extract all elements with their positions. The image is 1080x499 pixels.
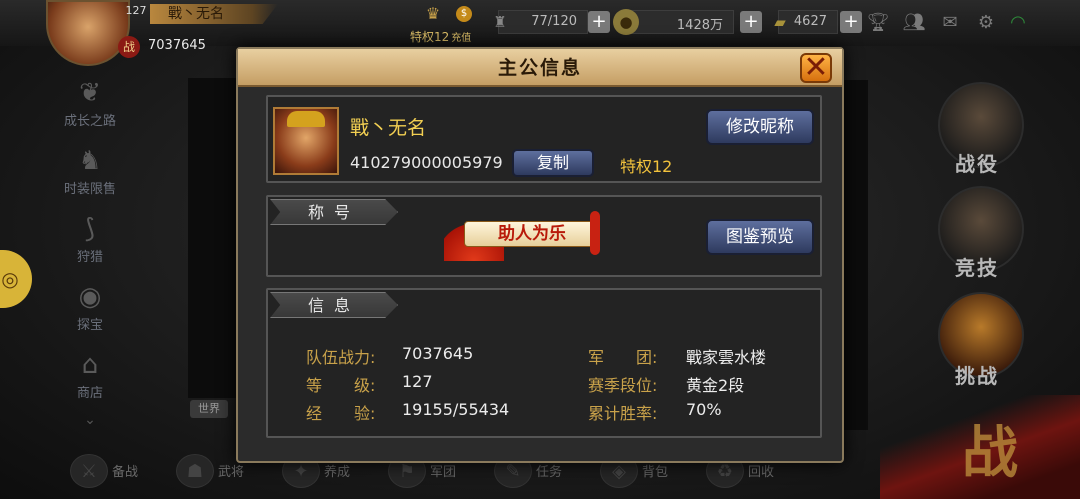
legion-value: 戰家雲水楼: [686, 348, 767, 367]
side-item-label: 狩猎: [76, 250, 103, 265]
side-item-label: 时装限售: [63, 182, 116, 197]
add-stamina-button[interactable]: +: [588, 11, 610, 33]
lord-info-dialog: 主公信息 ✕ 戰丶无名 410279000005979 复制 特权12 修改昵称…: [236, 47, 844, 463]
bottom-item-label: 武将: [218, 465, 245, 480]
avatar[interactable]: [273, 107, 339, 175]
world-chat-tag[interactable]: 世界: [190, 400, 228, 418]
win-rate-value: 70%: [686, 400, 722, 419]
dialog-header: 主公信息 ✕: [238, 49, 842, 87]
vip-label: 特权12 充值: [410, 28, 471, 45]
helmet-icon: [287, 111, 325, 127]
legion-label: 军 团:: [588, 348, 658, 367]
bottom-item-label: 备战: [112, 465, 139, 480]
side-item-growth[interactable]: ❦ 成长之路: [54, 76, 126, 136]
close-button[interactable]: ✕: [800, 53, 832, 83]
side-item-treasure[interactable]: ◉ 探宝: [54, 280, 126, 340]
bow-icon: ⟆: [84, 214, 96, 244]
add-gold-button[interactable]: +: [740, 11, 762, 33]
fashion-icon: ♞: [78, 146, 102, 176]
player-level: 127: [125, 4, 147, 17]
crossed-swords-icon: ⚔: [70, 454, 108, 488]
gold-coin-icon: ●: [613, 9, 639, 35]
shop-icon: ⌂: [81, 350, 99, 380]
stamina-slot: ♜ 77/120: [493, 10, 588, 34]
gold-value: 1428万: [676, 18, 723, 33]
rename-button[interactable]: 修改昵称: [706, 109, 814, 145]
stamina-icon: ♜: [493, 13, 507, 31]
trophy-icon[interactable]: 🏆︎: [866, 12, 890, 34]
bottom-item-label: 任务: [536, 465, 563, 480]
copy-id-button[interactable]: 复制: [512, 149, 594, 177]
money-bag-icon: $: [456, 6, 472, 22]
vip-suffix: 充值: [451, 33, 472, 44]
mascot-icon: ◎: [1, 267, 19, 291]
profile-name: 戰丶无名: [350, 117, 427, 139]
mail-icon[interactable]: ✉: [938, 12, 962, 34]
crown-icon: ♛: [425, 4, 441, 23]
gold-slot: ● 1428万: [613, 9, 734, 35]
side-item-label: 商店: [76, 386, 103, 401]
stamina-value: 77/120: [531, 14, 577, 29]
battle-banner-char: 战: [962, 421, 1018, 486]
player-name-bar: 戰丶无名: [150, 4, 278, 24]
growth-icon: ❦: [79, 78, 101, 108]
chat-panel-edge: [842, 80, 868, 430]
season-rank-value: 黄金2段: [686, 376, 745, 395]
title-section-tab: 称号: [270, 199, 398, 225]
team-power-label: 队伍战力:: [306, 348, 376, 367]
ingot-value: 4627: [793, 14, 827, 29]
chevron-down-icon[interactable]: ⌄: [80, 412, 100, 428]
player-power: 7037645: [148, 38, 206, 53]
level-value: 127: [402, 372, 433, 391]
exp-label: 经 验:: [306, 404, 376, 423]
left-drawer-handle[interactable]: ◎: [0, 250, 32, 308]
settings-icon[interactable]: ⚙: [974, 12, 998, 34]
bottom-item-label: 背包: [642, 465, 669, 480]
season-rank-label: 赛季段位:: [588, 376, 658, 395]
arena-label: 竞技: [955, 256, 999, 280]
ingot-slot: ▰ 4627: [774, 10, 838, 34]
bottom-item-label: 养成: [324, 465, 351, 480]
side-item-fashion[interactable]: ♞ 时装限售: [54, 144, 126, 204]
side-item-hunt[interactable]: ⟆ 狩猎: [54, 212, 126, 272]
profile-id: 410279000005979: [350, 153, 503, 172]
side-item-shop[interactable]: ⌂ 商店: [54, 348, 126, 408]
title-scroll: 助人为乐: [464, 221, 598, 247]
campaign-label: 战役: [955, 152, 999, 176]
challenge-label: 挑战: [955, 364, 999, 388]
title-badge[interactable]: 助人为乐: [444, 205, 604, 263]
ribbon-icon: [590, 211, 600, 255]
bottom-item-label: 回收: [748, 465, 775, 480]
eye-icon: ◉: [78, 282, 102, 312]
privilege-label: 特权12: [620, 157, 673, 176]
vip-line: 特权12: [410, 30, 450, 44]
wifi-icon: ◠: [1010, 12, 1026, 33]
win-rate-label: 累计胜率:: [588, 404, 658, 423]
level-label: 等 级:: [306, 376, 376, 395]
info-panel: 信息 队伍战力: 7037645 等 级: 127 经 验: 19155/554…: [266, 288, 822, 438]
chat-panel: [188, 78, 236, 398]
title-panel: 称号 助人为乐 图鉴预览: [266, 195, 822, 277]
general-icon: ☗: [176, 454, 214, 488]
vip-button[interactable]: ♛ $ 特权12 充值: [410, 4, 480, 44]
power-badge: 战: [118, 36, 140, 58]
preview-catalog-button[interactable]: 图鉴预览: [706, 219, 814, 255]
friends-icon[interactable]: 👥︎: [902, 12, 926, 34]
bottom-item-label: 军团: [430, 465, 457, 480]
exp-value: 19155/55434: [402, 400, 510, 419]
ingot-icon: ▰: [774, 13, 786, 31]
close-icon: ✕: [803, 50, 829, 85]
player-portrait[interactable]: [46, 0, 130, 66]
add-ingot-button[interactable]: +: [840, 11, 862, 33]
dialog-title: 主公信息: [497, 57, 582, 79]
side-item-label: 探宝: [76, 318, 103, 333]
profile-panel: 戰丶无名 410279000005979 复制 特权12 修改昵称: [266, 95, 822, 183]
team-power-value: 7037645: [402, 344, 474, 363]
game-screen: 127 戰丶无名 战 7037645 ♛ $ 特权12 充值 ♜ 77/120 +…: [0, 0, 1080, 499]
title-badge-text: 助人为乐: [498, 224, 566, 244]
side-item-label: 成长之路: [63, 114, 116, 129]
info-section-tab: 信息: [270, 292, 398, 318]
